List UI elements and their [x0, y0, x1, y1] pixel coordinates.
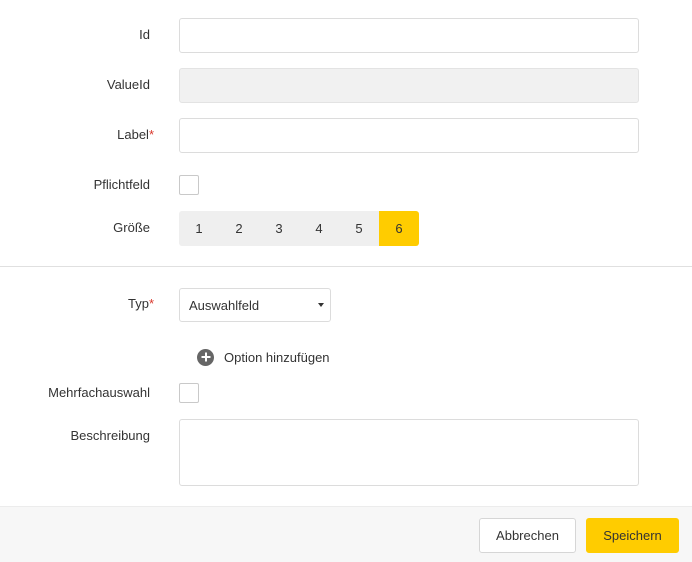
type-select[interactable]: Auswahlfeld — [179, 288, 331, 322]
description-label: Beschreibung — [70, 428, 151, 443]
id-label: Id — [139, 27, 150, 42]
size-option-3[interactable]: 3 — [259, 211, 299, 246]
add-option-label: Option hinzufügen — [224, 349, 330, 365]
dialog-footer: Abbrechen Speichern — [0, 506, 692, 562]
size-option-4[interactable]: 4 — [299, 211, 339, 246]
caret-down-icon — [318, 303, 324, 307]
section-divider — [0, 266, 692, 267]
required-asterisk: * — [148, 296, 154, 311]
required-label: Pflichtfeld — [93, 177, 150, 192]
multi-select-checkbox[interactable] — [179, 383, 199, 403]
required-asterisk: * — [148, 127, 154, 142]
description-textarea[interactable] — [179, 419, 639, 486]
size-option-6-selected[interactable]: 6 — [379, 211, 419, 246]
type-label: Typ* — [128, 296, 154, 311]
type-select-value: Auswahlfeld — [189, 297, 260, 313]
plus-circle-icon — [197, 348, 214, 366]
required-checkbox[interactable] — [179, 175, 199, 195]
add-option-button[interactable]: Option hinzufügen — [197, 348, 330, 366]
size-option-5[interactable]: 5 — [339, 211, 379, 246]
size-label: Größe — [113, 220, 150, 235]
type-label-text: Typ — [127, 296, 149, 311]
cancel-button[interactable]: Abbrechen — [479, 518, 576, 553]
multi-select-label: Mehrfachauswahl — [48, 385, 150, 400]
value-id-label: ValueId — [106, 77, 150, 92]
value-id-input — [179, 68, 639, 103]
label-field-label: Label* — [117, 127, 154, 142]
label-input[interactable] — [179, 118, 639, 153]
size-option-1[interactable]: 1 — [179, 211, 219, 246]
label-field-label-text: Label — [117, 127, 149, 142]
save-button[interactable]: Speichern — [586, 518, 679, 553]
size-selector: 1 2 3 4 5 6 — [179, 211, 419, 246]
size-option-2[interactable]: 2 — [219, 211, 259, 246]
id-input[interactable] — [179, 18, 639, 53]
